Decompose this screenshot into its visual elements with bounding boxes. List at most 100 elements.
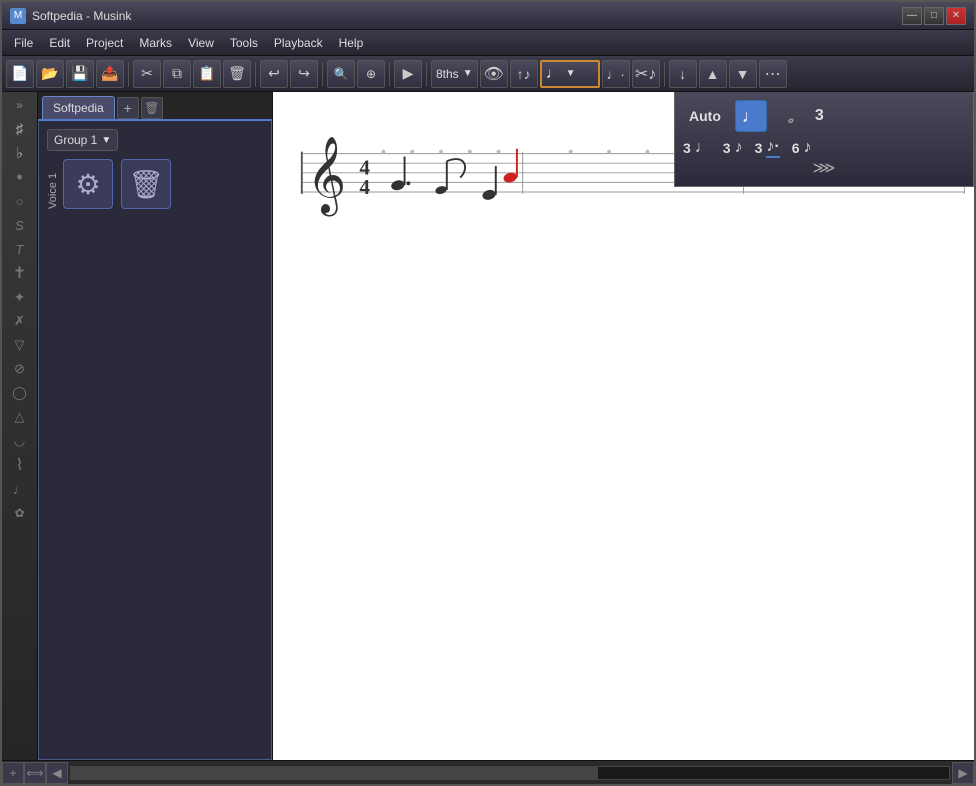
sidebar-tool-arch[interactable]: ◡	[6, 430, 34, 452]
note-down-btn[interactable]: ↓	[669, 60, 697, 88]
arrow-down-btn[interactable]: ▼	[729, 60, 757, 88]
half-note-btn[interactable]: 𝅗	[775, 100, 807, 132]
sidebar-tool-triangle-down[interactable]: ▽	[6, 334, 34, 356]
swap-btn[interactable]: ⟺	[24, 762, 46, 784]
menu-item-marks[interactable]: Marks	[131, 34, 180, 52]
expand-arrow[interactable]: ⋙	[683, 158, 965, 178]
export-button[interactable]: 📤	[96, 60, 124, 88]
triplet-note-3-selected[interactable]: ♪·	[766, 138, 779, 158]
horizontal-scrollbar[interactable]	[70, 766, 950, 780]
menu-item-project[interactable]: Project	[78, 34, 131, 52]
sidebar-tool-flat[interactable]: ♭	[6, 142, 34, 164]
titlebar: M Softpedia - Musink — □ ✕	[2, 2, 974, 30]
sidebar-tool-slash-circle[interactable]: ⊘	[6, 358, 34, 380]
triplet-note-1[interactable]: ♩	[695, 139, 711, 157]
quarter-note-active-btn[interactable]: ♩	[735, 100, 767, 132]
sidebar-tool-triangle[interactable]: △	[6, 406, 34, 428]
toolbar-separator-5	[426, 62, 427, 86]
more-btn[interactable]: ⋯	[759, 60, 787, 88]
arrow-up-btn[interactable]: ▲	[699, 60, 727, 88]
toolbar: 📄 📂 💾 📤 ✂ ⧉ 📋 🗑 ↩ ↪ 🔍 ⊕ ▶ 8ths ▼ 👁 ↑♪ ♩ …	[2, 56, 974, 92]
app-icon-label: M	[14, 10, 22, 21]
menu-item-tools[interactable]: Tools	[222, 34, 266, 52]
open-button[interactable]: 📂	[36, 60, 64, 88]
toolbar-separator-4	[389, 62, 390, 86]
sidebar-tool-note[interactable]: ♩	[6, 478, 34, 500]
voice-controls: ⚙ 🗑	[63, 159, 171, 209]
toolbar-separator-2	[255, 62, 256, 86]
note-duration-label: 8ths	[436, 67, 459, 81]
note-dropdown-popup: Auto ♩ 𝅗 3 3 ♩ 3 ♪ 3 ♪· 6	[674, 92, 974, 187]
new-button[interactable]: 📄	[6, 60, 34, 88]
sidebar-tool-dot[interactable]: •	[6, 166, 34, 188]
chevron-down-icon-2: ▼	[566, 68, 576, 79]
play-button[interactable]: ▶	[394, 60, 422, 88]
sidebar-tool-circle[interactable]: ○	[6, 190, 34, 212]
sidebar-tool-circle2[interactable]: ◯	[6, 382, 34, 404]
triplet-note-4[interactable]: ♪	[804, 139, 812, 157]
redo-button[interactable]: ↪	[290, 60, 318, 88]
sidebar-tool-t[interactable]: T	[6, 238, 34, 260]
cut-button[interactable]: ✂	[133, 60, 161, 88]
voice-settings-btn[interactable]: ⚙	[63, 159, 113, 209]
chevron-down-icon-group: ▼	[101, 135, 111, 146]
view-toggle-btn[interactable]: 👁	[480, 60, 508, 88]
triplet-group-3: 3 ♪·	[755, 138, 780, 158]
zoom-in-button[interactable]: ⊕	[357, 60, 385, 88]
score-area[interactable]: 𝄞 4 4	[273, 92, 974, 760]
note-cut-btn[interactable]: ✂♪	[632, 60, 660, 88]
toolbar-separator-3	[322, 62, 323, 86]
sidebar-tools: ♯ ♭ • ○ S T ✝ ✦ ✗ ▽ ⊘ ◯ △ ◡ ⌇ ♩ ✿	[2, 118, 37, 524]
track-tab-del-btn[interactable]: 🗑	[141, 97, 163, 119]
note-style-icon: ♩	[546, 65, 562, 83]
track-body: Group 1 ▼ Voice 1 ⚙ 🗑	[38, 119, 272, 760]
menu-item-view[interactable]: View	[180, 34, 222, 52]
menu-item-help[interactable]: Help	[331, 34, 372, 52]
bottom-bar: + ⟺ ◀ ▶	[2, 760, 974, 784]
paste-button[interactable]: 📋	[193, 60, 221, 88]
sidebar-collapse-btn[interactable]: »	[14, 96, 25, 114]
scroll-left-btn[interactable]: ◀	[46, 762, 68, 784]
close-button[interactable]: ✕	[946, 7, 966, 25]
track-tab-softpedia[interactable]: Softpedia	[42, 96, 115, 119]
sidebar-tool-check[interactable]: ✗	[6, 310, 34, 332]
sidebar-tool-cross[interactable]: ✝	[6, 262, 34, 284]
svg-text:𝄞: 𝄞	[307, 136, 347, 217]
note-style-dropdown[interactable]: ♩ ▼	[540, 60, 600, 88]
app-icon: M	[10, 8, 26, 24]
triplet-note-2[interactable]: ♪	[735, 139, 743, 157]
minimize-button[interactable]: —	[902, 7, 922, 25]
toolbar-separator-6	[664, 62, 665, 86]
sidebar-tool-s[interactable]: S	[6, 214, 34, 236]
voice-delete-btn[interactable]: 🗑	[121, 159, 171, 209]
window-title: Softpedia - Musink	[32, 9, 902, 23]
group-dropdown[interactable]: Group 1 ▼	[47, 129, 118, 151]
scroll-right-btn[interactable]: ▶	[952, 762, 974, 784]
sidebar-tool-flower[interactable]: ✿	[6, 502, 34, 524]
triplet-num-2: 3	[723, 140, 731, 156]
copy-button[interactable]: ⧉	[163, 60, 191, 88]
undo-button[interactable]: ↩	[260, 60, 288, 88]
delete-button[interactable]: 🗑	[223, 60, 251, 88]
menu-item-playback[interactable]: Playback	[266, 34, 331, 52]
voice-label: Voice 1	[47, 159, 59, 209]
menu-item-edit[interactable]: Edit	[41, 34, 78, 52]
sidebar-tool-sharp[interactable]: ♯	[6, 118, 34, 140]
triplet-group-2: 3 ♪	[723, 139, 743, 157]
menu-item-file[interactable]: File	[6, 34, 41, 52]
track-tab-add-btn[interactable]: +	[117, 97, 139, 119]
group-label: Group 1	[54, 133, 97, 147]
note-duration-dropdown[interactable]: 8ths ▼	[431, 60, 478, 88]
voice-row: Voice 1 ⚙ 🗑	[47, 159, 263, 209]
triplet-number: 3	[815, 107, 824, 125]
main-content: » ♯ ♭ • ○ S T ✝ ✦ ✗ ▽ ⊘ ◯ △ ◡ ⌇ ♩ ✿	[2, 92, 974, 760]
sidebar-tool-wave[interactable]: ⌇	[6, 454, 34, 476]
zoom-out-button[interactable]: 🔍	[327, 60, 355, 88]
save-button[interactable]: 💾	[66, 60, 94, 88]
note-up-btn[interactable]: ↑♪	[510, 60, 538, 88]
maximize-button[interactable]: □	[924, 7, 944, 25]
add-track-btn[interactable]: +	[2, 762, 24, 784]
sidebar-tool-x[interactable]: ✦	[6, 286, 34, 308]
scrollbar-thumb[interactable]	[71, 767, 598, 779]
dotted-note-btn[interactable]: ♩·	[602, 60, 630, 88]
